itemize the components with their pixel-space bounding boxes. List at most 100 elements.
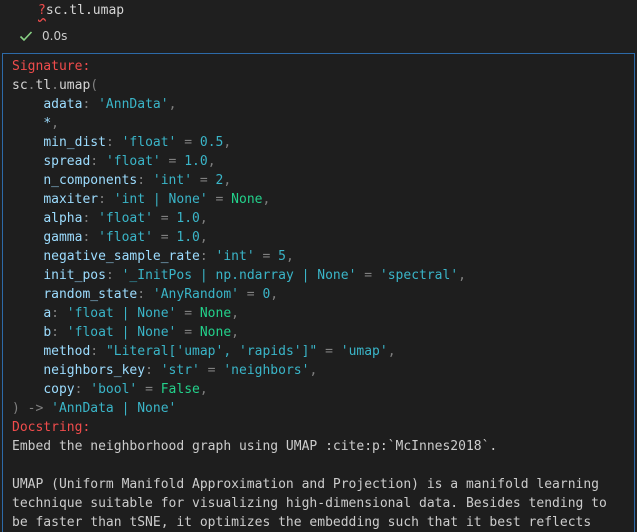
code-line[interactable]: ?sc.tl.umap (38, 2, 124, 20)
param-name: init_pos (43, 268, 106, 283)
param-type: '_InitPos | np.ndarray | None' (121, 268, 357, 283)
param-name: copy (43, 382, 75, 397)
param-type: 'float | None' (66, 306, 177, 321)
param-separator: : (90, 344, 106, 359)
param-equals: = (152, 211, 177, 226)
param-equals: = (356, 268, 380, 283)
param-comma: , (199, 382, 208, 397)
param-name: alpha (43, 211, 83, 226)
execution-time: 0.0s (42, 29, 68, 43)
signature-close: ) -> (12, 401, 52, 416)
param-name: adata (43, 97, 83, 112)
param-line: adata: 'AnnData', (12, 97, 176, 112)
param-type: 'int' (215, 249, 255, 264)
code-expression: sc.tl.umap (45, 3, 125, 18)
param-name: gamma (43, 230, 83, 245)
param-separator: : (82, 97, 99, 112)
param-line: spread: 'float' = 1.0, (12, 154, 216, 169)
param-default: 1.0 (176, 230, 200, 245)
param-default: None (199, 306, 232, 321)
notebook-cell-input[interactable]: ?sc.tl.umap 0.0s (0, 0, 637, 50)
param-default: 'spectral' (379, 268, 459, 283)
param-line: b: 'float | None' = None, (12, 325, 239, 340)
param-separator: : (82, 211, 99, 226)
param-equals: = (192, 173, 216, 188)
param-equals: = (317, 344, 341, 359)
param-default: 1.0 (176, 211, 200, 226)
function-name: umap (58, 78, 91, 93)
param-equals: = (160, 154, 185, 169)
param-separator: : (145, 363, 161, 378)
param-type: 'float | None' (66, 325, 177, 340)
param-comma: , (168, 97, 177, 112)
output-text: Signature: sc.tl.umap( adata: 'AnnData',… (12, 59, 607, 530)
param-type: 'float' (98, 211, 153, 226)
param-equals: = (199, 363, 224, 378)
param-type: 'int' (152, 173, 193, 188)
param-line: negative_sample_rate: 'int' = 5, (12, 249, 294, 264)
param-type: 'int | None' (113, 192, 208, 207)
param-comma: , (199, 211, 208, 226)
param-default: 0.5 (199, 135, 224, 150)
param-default: False (160, 382, 200, 397)
param-name: a (43, 306, 52, 321)
param-equals: = (152, 230, 177, 245)
param-name: maxiter (43, 192, 99, 207)
param-separator: : (82, 230, 99, 245)
param-equals: = (238, 287, 263, 302)
param-comma: , (207, 154, 216, 169)
param-default: None (231, 192, 263, 207)
param-type: 'float' (121, 135, 177, 150)
param-default: 1.0 (184, 154, 208, 169)
param-comma: , (387, 344, 396, 359)
param-type: 'AnyRandom' (152, 287, 239, 302)
param-default: 'neighbors' (223, 363, 310, 378)
param-name: b (43, 325, 52, 340)
param-separator: : (98, 192, 114, 207)
param-line: maxiter: 'int | None' = None, (12, 192, 270, 207)
param-comma: , (51, 116, 59, 131)
param-comma: , (262, 192, 271, 207)
param-equals: = (137, 382, 161, 397)
param-separator: : (137, 173, 153, 188)
param-comma: , (458, 268, 466, 283)
param-name: negative_sample_rate (43, 249, 200, 264)
param-comma: , (199, 230, 208, 245)
param-equals: = (207, 192, 232, 207)
param-line: init_pos: '_InitPos | np.ndarray | None'… (12, 268, 466, 283)
param-equals: = (254, 249, 279, 264)
param-line: alpha: 'float' = 1.0, (12, 211, 208, 226)
param-comma: , (285, 249, 294, 264)
param-type: 'AnnData' (98, 97, 169, 112)
open-paren: ( (90, 78, 99, 93)
param-separator: : (74, 382, 91, 397)
execution-status: 0.0s (18, 27, 67, 45)
param-comma: , (223, 173, 232, 188)
param-type: 'str' (160, 363, 200, 378)
param-line: min_dist: 'float' = 0.5, (12, 135, 231, 150)
param-comma: , (231, 306, 239, 321)
param-line: gamma: 'float' = 1.0, (12, 230, 208, 245)
param-name: n_components (43, 173, 138, 188)
param-line: copy: 'bool' = False, (12, 382, 208, 397)
param-equals: = (176, 135, 200, 150)
param-comma: , (231, 325, 239, 340)
param-separator: : (105, 268, 122, 283)
param-name: * (43, 116, 52, 131)
param-comma: , (223, 135, 232, 150)
param-name: random_state (43, 287, 138, 302)
param-line: method: "Literal['umap', 'rapids']" = 'u… (12, 344, 396, 359)
param-equals: = (176, 325, 200, 340)
param-separator: : (51, 325, 67, 340)
param-separator: : (90, 154, 106, 169)
param-type: 'bool' (90, 382, 138, 397)
docstring-line: be faster than tSNE, it optimizes the em… (12, 515, 592, 530)
return-type: 'AnnData | None' (51, 401, 177, 416)
docstring-label: Docstring: (12, 420, 91, 435)
param-default: None (199, 325, 232, 340)
param-default: 'umap' (340, 344, 388, 359)
param-separator: : (51, 306, 67, 321)
notebook-cell-output[interactable]: Signature: sc.tl.umap( adata: 'AnnData',… (2, 53, 635, 532)
param-name: spread (43, 154, 91, 169)
param-line: random_state: 'AnyRandom' = 0, (12, 287, 278, 302)
